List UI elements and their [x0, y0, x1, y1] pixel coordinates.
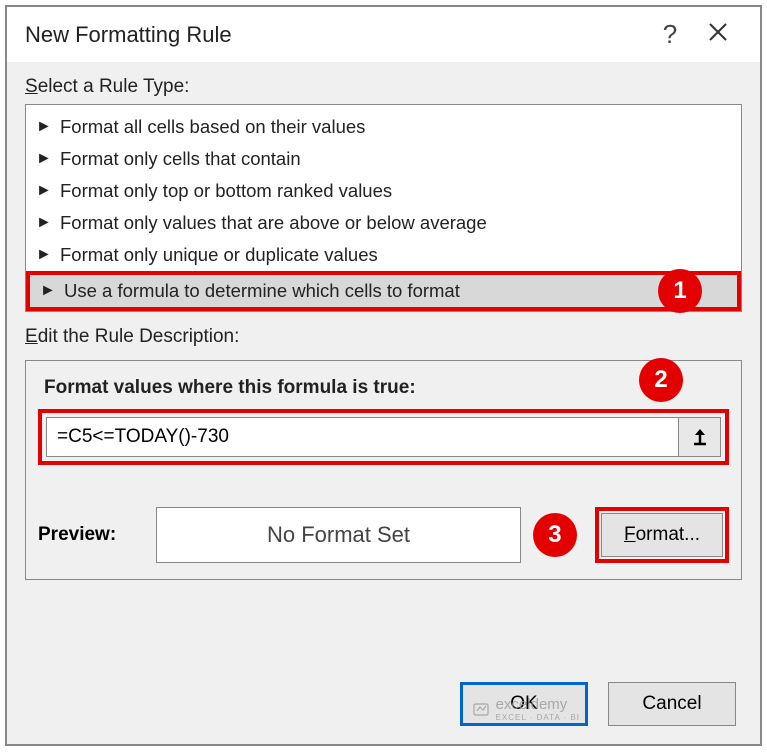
help-button[interactable]: ?: [646, 19, 694, 50]
cancel-button[interactable]: Cancel: [608, 682, 736, 726]
format-button-highlight: Format...: [595, 507, 729, 563]
preview-label: Preview:: [38, 524, 138, 546]
close-button[interactable]: [694, 19, 742, 50]
formula-title: Format values where this formula is true…: [38, 373, 729, 409]
select-rule-type-label: Select a Rule Type:: [7, 62, 760, 104]
rule-type-text: Format all cells based on their values: [60, 116, 365, 138]
bullet-icon: ►: [40, 282, 56, 300]
rule-type-item-formula[interactable]: ► Use a formula to determine which cells…: [26, 271, 741, 311]
bullet-icon: ►: [36, 182, 52, 200]
rule-type-list: ► Format all cells based on their values…: [25, 104, 742, 312]
bullet-icon: ►: [36, 150, 52, 168]
preview-box: No Format Set: [156, 507, 521, 563]
rule-type-text: Format only cells that contain: [60, 148, 301, 170]
bullet-icon: ►: [36, 214, 52, 232]
preview-row: Preview: No Format Set 3 Format...: [38, 507, 729, 563]
bullet-icon: ►: [36, 118, 52, 136]
watermark-sub: EXCEL · DATA · BI: [496, 713, 580, 722]
watermark-icon: [472, 700, 490, 718]
formula-row: [38, 409, 729, 465]
rule-type-item[interactable]: ► Format only top or bottom ranked value…: [26, 175, 741, 207]
watermark: exceldemy EXCEL · DATA · BI: [472, 696, 580, 722]
dialog-title: New Formatting Rule: [25, 22, 646, 48]
rule-type-item[interactable]: ► Format only cells that contain: [26, 143, 741, 175]
titlebar: New Formatting Rule ?: [7, 7, 760, 62]
collapse-dialog-button[interactable]: [679, 417, 721, 457]
formula-input[interactable]: [46, 417, 679, 457]
bullet-icon: ►: [36, 246, 52, 264]
new-formatting-rule-dialog: New Formatting Rule ? Select a Rule Type…: [5, 5, 762, 746]
dialog-buttons: OK Cancel: [7, 666, 760, 744]
rule-description-box: Format values where this formula is true…: [25, 360, 742, 580]
callout-2: 2: [639, 358, 683, 402]
rule-type-text: Use a formula to determine which cells t…: [64, 280, 460, 302]
watermark-name: exceldemy: [496, 696, 580, 713]
rule-type-text: Format only unique or duplicate values: [60, 244, 378, 266]
callout-1: 1: [658, 269, 702, 313]
rule-type-item[interactable]: ► Format only values that are above or b…: [26, 207, 741, 239]
format-button[interactable]: Format...: [601, 513, 723, 557]
callout-3: 3: [533, 513, 577, 557]
rule-type-text: Format only top or bottom ranked values: [60, 180, 392, 202]
edit-rule-description-label: Edit the Rule Description:: [7, 312, 760, 354]
range-select-icon: [690, 427, 710, 447]
rule-type-text: Format only values that are above or bel…: [60, 212, 487, 234]
rule-type-item[interactable]: ► Format all cells based on their values: [26, 111, 741, 143]
rule-type-item[interactable]: ► Format only unique or duplicate values: [26, 239, 741, 271]
close-icon: [707, 21, 729, 43]
